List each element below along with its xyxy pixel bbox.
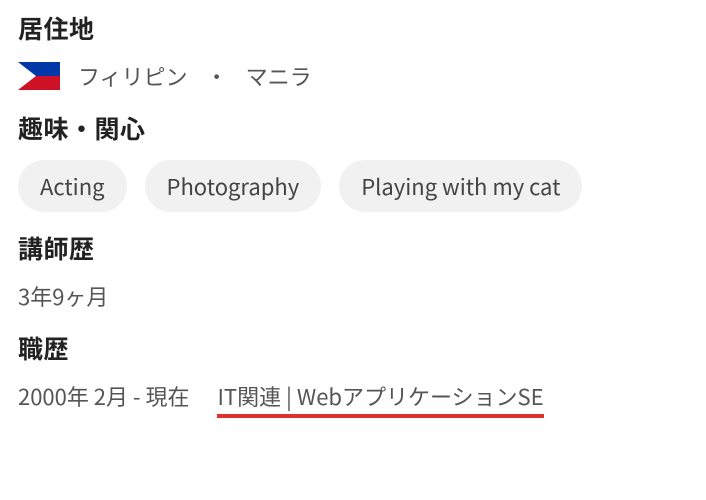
career-row: 2000年 2月 - 現在 IT関連 | WebアプリケーションSE: [18, 380, 688, 416]
career-role[interactable]: IT関連 | WebアプリケーションSE: [217, 380, 543, 416]
heading-location: 居住地: [18, 10, 688, 46]
location-separator: ・: [206, 60, 228, 92]
location-city: マニラ: [246, 60, 312, 92]
section-location: 居住地 フィリピン ・ マニラ: [18, 10, 688, 92]
heading-hobbies: 趣味・関心: [18, 110, 688, 146]
heading-career: 職歴: [18, 330, 688, 366]
teaching-value: 3年9ヶ月: [18, 280, 688, 312]
location-country: フィリピン: [78, 60, 188, 92]
flag-philippines-icon: [18, 62, 60, 90]
hobby-tags: Acting Photography Playing with my cat: [18, 160, 688, 212]
section-teaching: 講師歴 3年9ヶ月: [18, 230, 688, 312]
career-period: 2000年 2月 - 現在: [18, 380, 189, 412]
section-career: 職歴 2000年 2月 - 現在 IT関連 | WebアプリケーションSE: [18, 330, 688, 416]
hobby-tag[interactable]: Photography: [145, 160, 322, 212]
hobby-tag[interactable]: Playing with my cat: [339, 160, 582, 212]
location-row: フィリピン ・ マニラ: [18, 60, 688, 92]
hobby-tag[interactable]: Acting: [18, 160, 127, 212]
section-hobbies: 趣味・関心 Acting Photography Playing with my…: [18, 110, 688, 212]
heading-teaching: 講師歴: [18, 230, 688, 266]
